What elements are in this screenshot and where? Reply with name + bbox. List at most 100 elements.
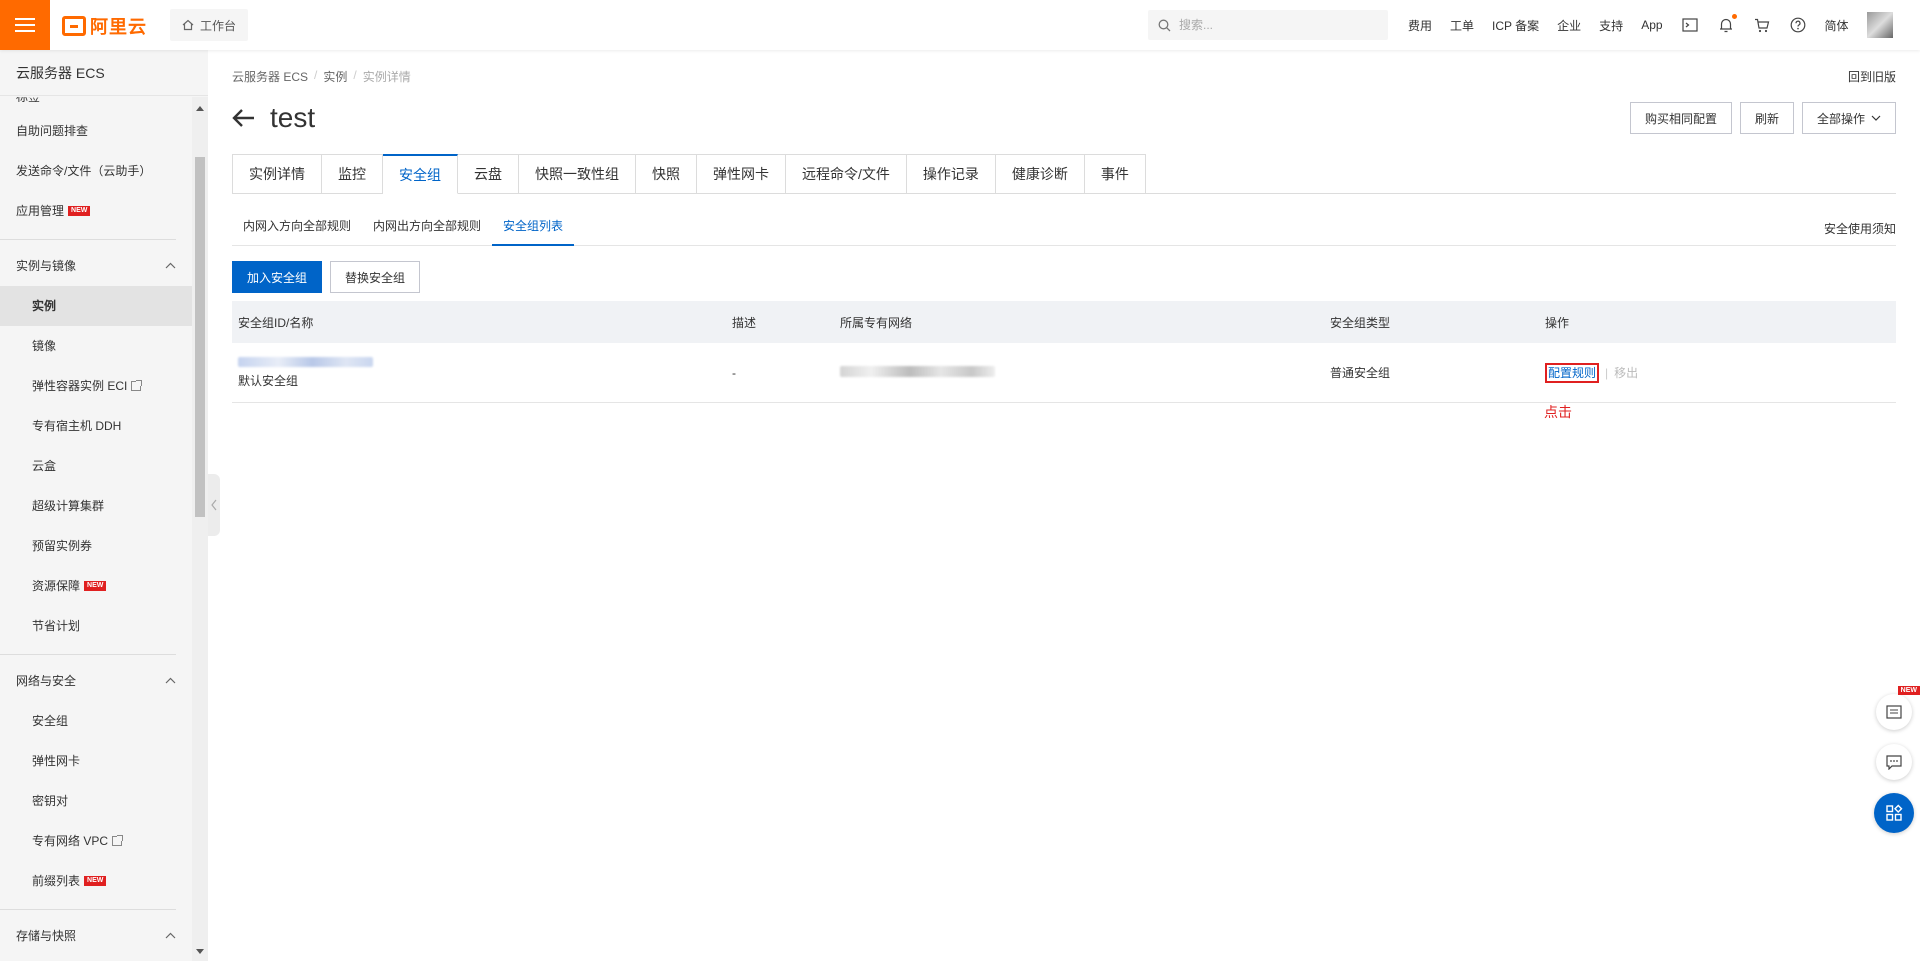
nav-ticket[interactable]: 工单 xyxy=(1450,17,1474,34)
sidebar-item-resource-assurance[interactable]: 资源保障 NEW xyxy=(0,566,192,606)
click-annotation: 点击 xyxy=(1544,404,1572,420)
sidebar: 云服务器 ECS 标签 自助问题排查 发送命令/文件（云助手） 应用管理 NEW … xyxy=(0,50,208,961)
refresh-button[interactable]: 刷新 xyxy=(1739,102,1794,134)
apps-widget[interactable] xyxy=(1874,793,1914,833)
language-switch[interactable]: 简体 xyxy=(1825,17,1849,34)
security-group-buttons: 加入安全组 替换安全组 xyxy=(232,261,421,293)
news-widget[interactable]: NEW xyxy=(1876,686,1920,730)
sidebar-item-self-diagnose[interactable]: 自助问题排查 xyxy=(0,111,192,151)
new-badge: NEW xyxy=(84,581,107,591)
new-badge: NEW xyxy=(84,876,107,886)
col-description: 描述 xyxy=(732,315,757,330)
aliyun-logo[interactable]: 阿里云 xyxy=(62,13,147,39)
tab-events[interactable]: 事件 xyxy=(1084,154,1146,194)
tab-instance-details[interactable]: 实例详情 xyxy=(232,154,322,194)
workbench-button[interactable]: 工作台 xyxy=(170,9,249,41)
join-security-group-button[interactable]: 加入安全组 xyxy=(232,261,323,293)
menu-icon[interactable] xyxy=(0,0,50,50)
sidebar-item-savings-plan[interactable]: 节省计划 xyxy=(0,606,192,646)
chevron-down-icon xyxy=(1871,115,1881,121)
breadcrumb-current: 实例详情 xyxy=(362,70,411,84)
chat-widget[interactable] xyxy=(1876,744,1912,780)
terminal-icon[interactable] xyxy=(1681,16,1699,34)
subtab-security-group-list[interactable]: 安全组列表 xyxy=(492,212,575,246)
back-arrow-icon[interactable] xyxy=(232,108,256,128)
new-badge: NEW xyxy=(1897,686,1920,695)
sidebar-item-prefix-lists[interactable]: 前缀列表 NEW xyxy=(0,861,192,901)
sidebar-group-storage-snapshots[interactable]: 存储与快照 xyxy=(0,914,192,956)
tab-operation-logs[interactable]: 操作记录 xyxy=(906,154,996,194)
nav-enterprise[interactable]: 企业 xyxy=(1557,17,1581,34)
search-input[interactable] xyxy=(1179,18,1369,32)
table-header: 安全组ID/名称 描述 所属专有网络 安全组类型 操作 xyxy=(232,301,1896,343)
tab-snapshot-consistency-groups[interactable]: 快照一致性组 xyxy=(519,154,636,194)
sidebar-item-key-pairs[interactable]: 密钥对 xyxy=(0,781,192,821)
tab-snapshots[interactable]: 快照 xyxy=(636,154,697,194)
security-subtabs: 内网入方向全部规则 内网出方向全部规则 安全组列表 xyxy=(232,212,1896,246)
tab-disks[interactable]: 云盘 xyxy=(458,154,519,194)
configure-rules-link[interactable]: 配置规则 xyxy=(1545,363,1600,383)
col-vpc: 所属专有网络 xyxy=(840,315,913,330)
security-group-table: 安全组ID/名称 描述 所属专有网络 安全组类型 操作 默认安全组 - 普通安全… xyxy=(232,301,1896,403)
sidebar-title: 云服务器 ECS xyxy=(0,50,208,96)
breadcrumb: 云服务器 ECS / 实例 / 实例详情 xyxy=(232,68,411,85)
sidebar-item-images[interactable]: 镜像 xyxy=(0,326,192,366)
tab-security-groups[interactable]: 安全组 xyxy=(383,154,458,194)
scroll-down-icon[interactable] xyxy=(196,949,204,954)
page-header: test xyxy=(232,102,315,134)
bell-icon[interactable] xyxy=(1717,14,1737,34)
security-group-name: 默认安全组 xyxy=(238,374,299,388)
scrollbar-thumb[interactable] xyxy=(195,157,205,517)
sidebar-item-eni[interactable]: 弹性网卡 xyxy=(0,741,192,781)
all-operations-dropdown[interactable]: 全部操作 xyxy=(1801,102,1896,134)
sidebar-item-scc[interactable]: 超级计算集群 xyxy=(0,486,192,526)
sidebar-item-reserved-instances[interactable]: 预留实例券 xyxy=(0,526,192,566)
sidebar-collapse-handle[interactable] xyxy=(208,474,220,536)
sidebar-menu: 标签 自助问题排查 发送命令/文件（云助手） 应用管理 NEW 实例与镜像 实例 … xyxy=(0,97,192,956)
security-group-id-link[interactable] xyxy=(238,357,373,367)
sidebar-item-app-management[interactable]: 应用管理 NEW xyxy=(0,191,192,231)
subtab-outbound-rules[interactable]: 内网出方向全部规则 xyxy=(362,212,492,246)
remove-link: 移出 xyxy=(1614,366,1639,380)
nav-billing[interactable]: 费用 xyxy=(1408,17,1432,34)
sidebar-item-instances[interactable]: 实例 xyxy=(0,286,192,326)
back-to-old-version-link[interactable]: 回到旧版 xyxy=(1848,68,1896,85)
cell-vpc xyxy=(840,365,1330,380)
subtab-inbound-rules[interactable]: 内网入方向全部规则 xyxy=(232,212,362,246)
notification-dot xyxy=(1731,14,1737,19)
sidebar-item-cloudbox[interactable]: 云盒 xyxy=(0,446,192,486)
top-bar: 阿里云 工作台 费用 工单 ICP 备案 企业 支持 App 简体 xyxy=(0,0,1920,50)
sidebar-item-security-groups[interactable]: 安全组 xyxy=(0,701,192,741)
cell-actions: 配置规则 | 移出 xyxy=(1545,363,1896,383)
vpc-id-redacted[interactable] xyxy=(840,365,995,377)
breadcrumb-ecs[interactable]: 云服务器 ECS xyxy=(232,68,308,85)
avatar[interactable] xyxy=(1866,12,1893,38)
replace-security-group-button[interactable]: 替换安全组 xyxy=(330,261,421,293)
scroll-up-icon[interactable] xyxy=(196,106,204,111)
tab-remote-commands[interactable]: 远程命令/文件 xyxy=(786,154,907,194)
sidebar-group-network-security[interactable]: 网络与安全 xyxy=(0,659,192,701)
divider xyxy=(0,909,176,910)
sidebar-scrollbar[interactable] xyxy=(192,97,208,961)
nav-icp[interactable]: ICP 备案 xyxy=(1492,17,1539,34)
security-notice-link[interactable]: 安全使用须知 xyxy=(1824,220,1896,237)
tab-eni[interactable]: 弹性网卡 xyxy=(697,154,786,194)
sidebar-item-cloud-assistant[interactable]: 发送命令/文件（云助手） xyxy=(0,151,192,191)
sidebar-item-ddh[interactable]: 专有宿主机 DDH xyxy=(0,406,192,446)
buy-same-config-button[interactable]: 购买相同配置 xyxy=(1629,102,1732,134)
breadcrumb-instances[interactable]: 实例 xyxy=(323,68,347,85)
help-icon[interactable] xyxy=(1789,16,1807,34)
sidebar-item-tags[interactable]: 标签 xyxy=(0,97,192,111)
col-type: 安全组类型 xyxy=(1330,315,1391,330)
sidebar-item-vpc[interactable]: 专有网络 VPC xyxy=(0,821,192,861)
nav-app[interactable]: App xyxy=(1641,18,1662,32)
search-box[interactable] xyxy=(1148,10,1388,40)
sidebar-group-instances-images[interactable]: 实例与镜像 xyxy=(0,244,192,286)
external-link-icon xyxy=(112,835,124,846)
cart-icon[interactable] xyxy=(1753,16,1771,34)
sidebar-item-eci[interactable]: 弹性容器实例 ECI xyxy=(0,366,192,406)
tab-health-diagnosis[interactable]: 健康诊断 xyxy=(995,154,1085,194)
tab-monitoring[interactable]: 监控 xyxy=(322,154,383,194)
newspaper-icon xyxy=(1886,705,1902,719)
nav-support[interactable]: 支持 xyxy=(1599,17,1623,34)
